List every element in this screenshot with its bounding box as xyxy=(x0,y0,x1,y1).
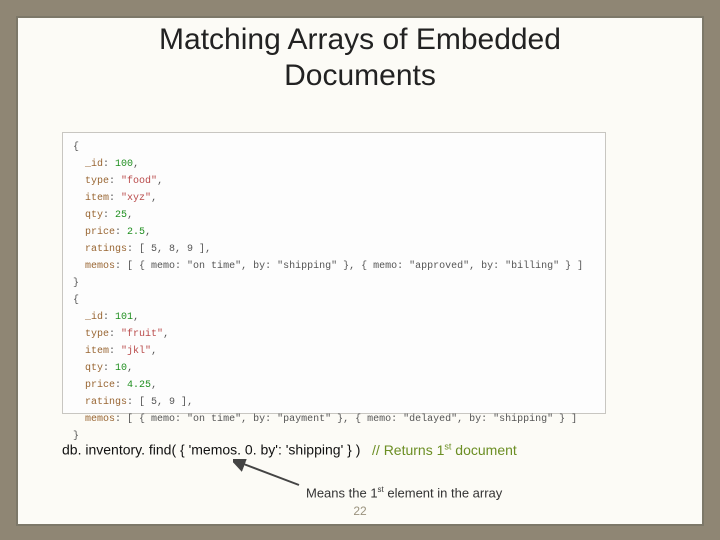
code-line: price: 4.25, xyxy=(73,377,595,394)
arrow-caption: Means the 1st element in the array xyxy=(306,485,502,500)
code-line: ratings: [ 5, 8, 9 ], xyxy=(73,241,595,258)
code-line: _id: 100, xyxy=(73,156,595,173)
code-line: { xyxy=(73,139,595,156)
query-text: db. inventory. find( { 'memos. 0. by': '… xyxy=(62,442,360,458)
code-line: _id: 101, xyxy=(73,309,595,326)
code-line: ratings: [ 5, 9 ], xyxy=(73,394,595,411)
arrow-icon xyxy=(233,459,303,489)
code-line: item: "xyz", xyxy=(73,190,595,207)
title-line-1: Matching Arrays of Embedded xyxy=(159,23,561,56)
code-block: { _id: 100, type: "food", item: "xyz", q… xyxy=(62,132,606,414)
slide: Matching Arrays of Embedded Documents { … xyxy=(0,0,720,540)
title-line-2: Documents xyxy=(284,59,436,92)
code-line: item: "jkl", xyxy=(73,343,595,360)
code-line: qty: 10, xyxy=(73,360,595,377)
slide-title: Matching Arrays of Embedded Documents xyxy=(18,22,702,94)
page-number: 22 xyxy=(18,504,702,518)
query-line: db. inventory. find( { 'memos. 0. by': '… xyxy=(62,441,517,458)
code-line: price: 2.5, xyxy=(73,224,595,241)
code-line: memos: [ { memo: "on time", by: "shippin… xyxy=(73,258,595,275)
code-line: qty: 25, xyxy=(73,207,595,224)
code-line: memos: [ { memo: "on time", by: "payment… xyxy=(73,411,595,428)
query-comment: // Returns 1st document xyxy=(372,442,517,458)
code-line: } xyxy=(73,275,595,292)
code-line: type: "food", xyxy=(73,173,595,190)
code-line: type: "fruit", xyxy=(73,326,595,343)
code-line: { xyxy=(73,292,595,309)
content-panel: Matching Arrays of Embedded Documents { … xyxy=(16,16,704,526)
